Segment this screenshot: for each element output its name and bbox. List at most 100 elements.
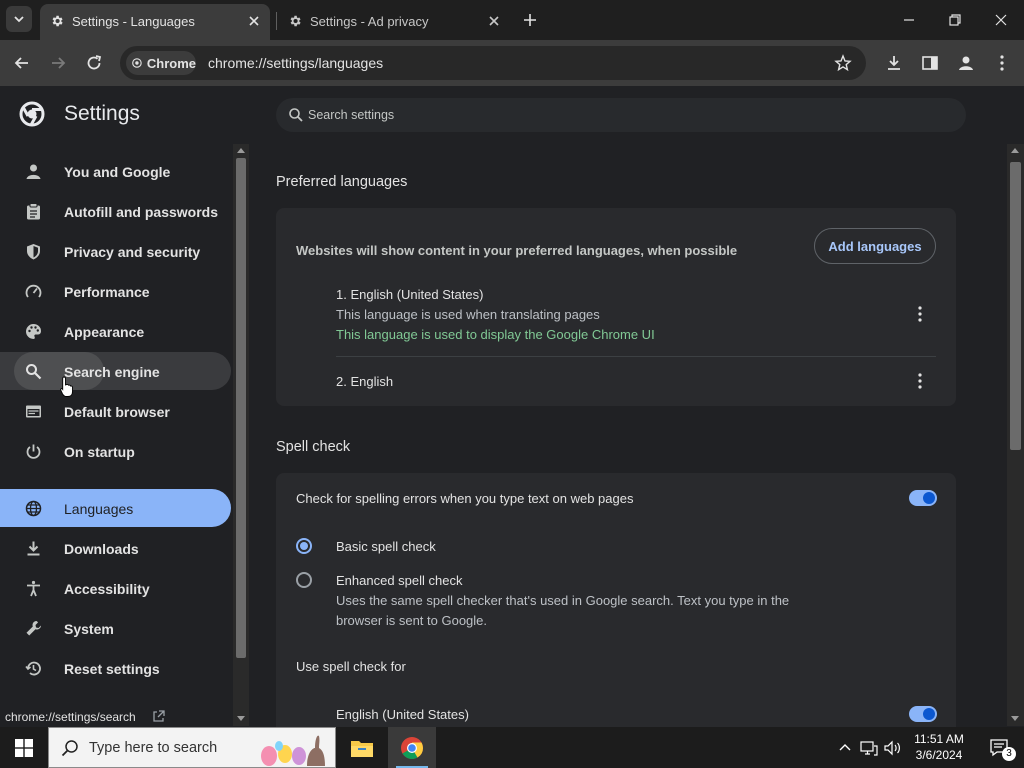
sidebar-scrollbar-thumb[interactable]: [236, 158, 246, 658]
sidebar-item-label: System: [64, 621, 114, 637]
enhanced-spell-check-label: Enhanced spell check: [336, 573, 463, 588]
minimize-icon[interactable]: [897, 8, 921, 32]
page-title: Settings: [64, 102, 140, 125]
back-icon[interactable]: [11, 52, 33, 74]
url-text: chrome://settings/languages: [208, 55, 384, 71]
tab-search-button[interactable]: [6, 6, 32, 32]
chrome-logo-icon: [19, 101, 45, 127]
close-icon[interactable]: [486, 13, 502, 29]
search-settings-input[interactable]: Search settings: [276, 98, 966, 132]
sidebar-item-label: Reset settings: [64, 661, 160, 677]
spell-check-card: Check for spelling errors when you type …: [276, 473, 956, 727]
preferred-languages-heading: Preferred languages: [276, 174, 408, 190]
new-tab-icon[interactable]: [520, 10, 540, 30]
network-icon[interactable]: [860, 740, 878, 756]
basic-spell-check-radio[interactable]: [296, 538, 312, 554]
sidebar-item-system[interactable]: System: [0, 609, 231, 647]
scroll-up-icon[interactable]: [1011, 147, 1019, 153]
sidebar-item-search-engine[interactable]: Search engine: [0, 352, 231, 390]
spell-check-toggle[interactable]: [909, 490, 937, 506]
toggle-knob: [923, 492, 935, 504]
chip-label: Chrome: [146, 55, 196, 71]
language-item-note: This language is used when translating p…: [336, 307, 600, 322]
sidebar-item-label: Performance: [64, 284, 150, 300]
history-icon: [25, 661, 41, 676]
sidebar-item-label: Search engine: [64, 364, 160, 380]
sidebar-item-privacy[interactable]: Privacy and security: [0, 232, 231, 270]
system-tray: [838, 727, 902, 768]
more-actions-icon[interactable]: [912, 304, 928, 324]
toggle-knob: [923, 708, 935, 720]
sidebar-item-label: Autofill and passwords: [64, 204, 219, 220]
language-item-ui-note: This language is used to display the Goo…: [336, 327, 655, 342]
restore-icon[interactable]: [943, 8, 967, 32]
sidebar-item-label: Accessibility: [64, 581, 150, 597]
gear-icon: [290, 15, 301, 27]
tab-settings-ad-privacy[interactable]: Settings - Ad privacy: [278, 4, 510, 40]
power-icon: [26, 444, 41, 459]
status-url-text: chrome://settings/search: [5, 710, 136, 724]
enhanced-spell-check-radio[interactable]: [296, 572, 312, 588]
accessibility-icon: [27, 580, 40, 597]
language-item-name: 2. English: [336, 374, 394, 389]
use-spell-check-for-label: Use spell check for: [296, 659, 406, 674]
sidebar-item-accessibility[interactable]: Accessibility: [0, 569, 231, 607]
notifications-button[interactable]: 3: [976, 727, 1024, 768]
star-icon[interactable]: [834, 54, 852, 72]
close-window-icon[interactable]: [989, 8, 1013, 32]
add-languages-button[interactable]: Add languages: [814, 228, 936, 264]
sidebar-item-label: Privacy and security: [64, 244, 201, 260]
main-scrollbar[interactable]: [1007, 144, 1024, 726]
sidebar-item-on-startup[interactable]: On startup: [0, 432, 231, 470]
scroll-down-icon[interactable]: [1011, 716, 1019, 722]
clock-time: 11:51 AM: [914, 732, 964, 746]
forward-icon[interactable]: [47, 52, 69, 74]
tab-settings-languages[interactable]: Settings - Languages: [40, 4, 270, 40]
sidebar-item-you-and-google[interactable]: You and Google: [0, 152, 231, 190]
chrome-taskbar-button[interactable]: [388, 727, 436, 768]
taskbar-search-placeholder: Type here to search: [89, 740, 218, 756]
file-explorer-button[interactable]: [338, 727, 386, 768]
tab-separator: [276, 12, 277, 30]
sidebar-item-default-browser[interactable]: Default browser: [0, 392, 231, 430]
settings-sidebar: You and Google Autofill and passwords Pr…: [0, 146, 232, 726]
scroll-up-icon[interactable]: [237, 147, 245, 153]
chevron-up-icon[interactable]: [838, 741, 852, 755]
sidebar-item-languages[interactable]: Languages: [0, 489, 231, 527]
taskbar-search-input[interactable]: Type here to search: [48, 727, 336, 768]
side-panel-icon[interactable]: [919, 52, 941, 74]
more-vert-icon[interactable]: [991, 52, 1013, 74]
settings-page: Settings Search settings You and Google …: [0, 86, 1024, 727]
folder-icon: [351, 740, 373, 757]
open-external-icon: [153, 710, 165, 722]
volume-icon[interactable]: [884, 740, 902, 756]
close-icon[interactable]: [246, 13, 262, 29]
chrome-logo-icon: [401, 736, 423, 759]
enhanced-spell-check-description: Uses the same spell checker that's used …: [336, 593, 790, 608]
sidebar-item-appearance[interactable]: Appearance: [0, 312, 231, 350]
sidebar-item-autofill[interactable]: Autofill and passwords: [0, 192, 231, 230]
sidebar-item-label: You and Google: [64, 164, 171, 180]
taskbar-clock[interactable]: 11:51 AM 3/6/2024: [910, 731, 968, 763]
scroll-down-icon[interactable]: [237, 716, 245, 722]
address-bar[interactable]: Chrome chrome://settings/languages: [120, 46, 866, 80]
site-info-chip[interactable]: Chrome: [126, 51, 196, 75]
reload-icon[interactable]: [83, 52, 105, 74]
sidebar-item-label: Default browser: [64, 404, 170, 420]
browser-icon: [26, 405, 41, 418]
sidebar-scrollbar[interactable]: [233, 144, 249, 726]
start-button[interactable]: [0, 727, 48, 768]
sidebar-item-reset-settings[interactable]: Reset settings: [0, 649, 231, 687]
spell-check-heading: Spell check: [276, 439, 351, 455]
sidebar-item-performance[interactable]: Performance: [0, 272, 231, 310]
chrome-logo-icon: [132, 58, 142, 68]
gear-icon: [52, 15, 63, 27]
globe-icon: [25, 500, 42, 517]
more-actions-icon[interactable]: [912, 371, 928, 391]
download-icon[interactable]: [883, 52, 905, 74]
main-scrollbar-thumb[interactable]: [1010, 162, 1021, 450]
sidebar-item-downloads[interactable]: Downloads: [0, 529, 231, 567]
windows-taskbar: Type here to search 11:51 AM 3/6/2024 3: [0, 727, 1024, 768]
spell-check-language-toggle[interactable]: [909, 706, 937, 722]
profile-icon[interactable]: [955, 52, 977, 74]
